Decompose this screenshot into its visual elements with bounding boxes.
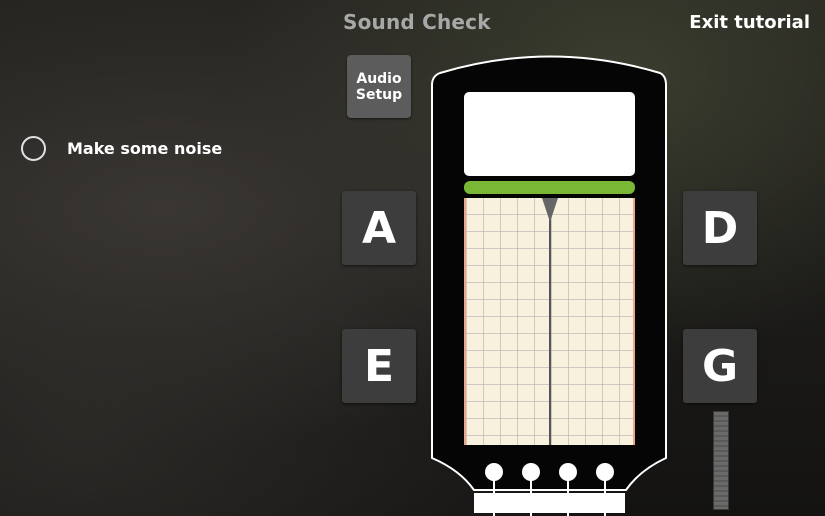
audio-setup-button[interactable]: Audio Setup <box>347 55 411 118</box>
exit-tutorial-link[interactable]: Exit tutorial <box>689 12 810 33</box>
in-tune-bar <box>464 181 635 194</box>
noise-status: Make some noise <box>21 136 222 161</box>
tuner-needle-line <box>549 198 551 445</box>
noise-label: Make some noise <box>67 139 223 158</box>
circle-outline-icon <box>21 136 46 161</box>
tuner-display <box>464 92 635 176</box>
audio-setup-label: Audio Setup <box>355 70 403 103</box>
string-g-button[interactable]: G <box>683 329 757 403</box>
string-d-button[interactable]: D <box>683 191 757 265</box>
string-a-button[interactable]: A <box>342 191 416 265</box>
tuner-needle-icon <box>542 198 558 222</box>
string-e-button[interactable]: E <box>342 329 416 403</box>
page-title: Sound Check <box>343 10 491 34</box>
tuning-peg-icon <box>485 463 614 516</box>
input-level-meter <box>713 411 729 510</box>
